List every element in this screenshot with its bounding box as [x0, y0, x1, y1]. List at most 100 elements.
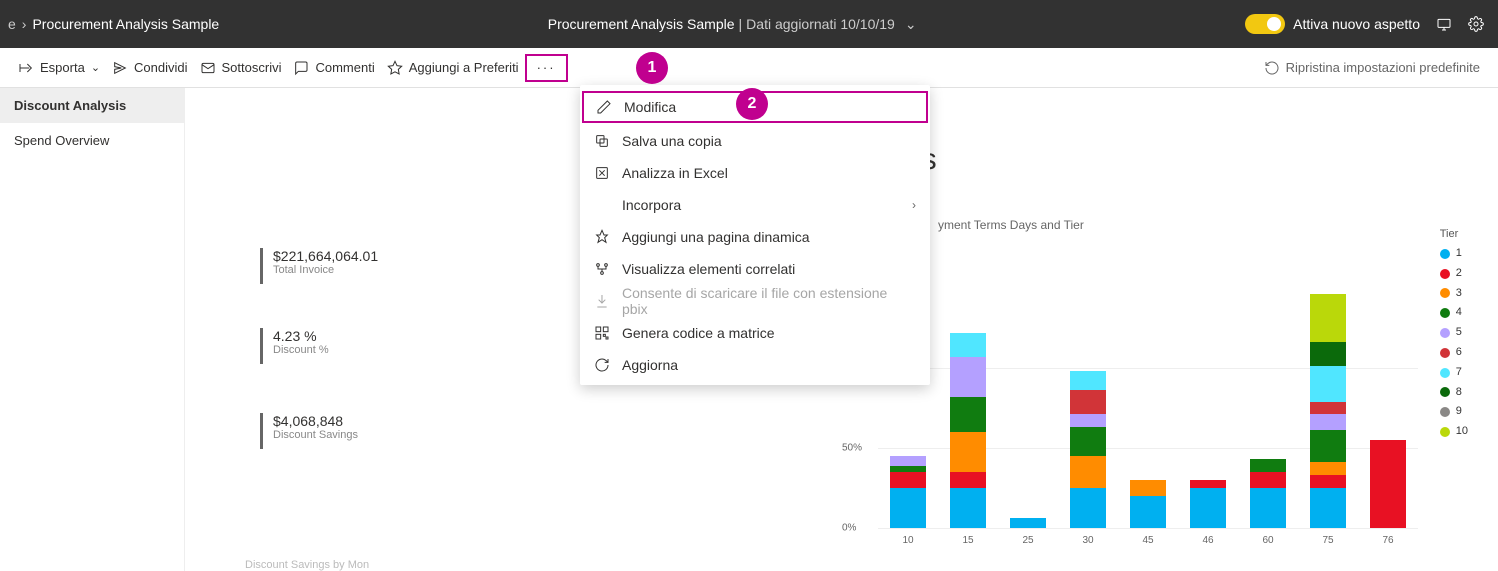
menu-analyze-excel[interactable]: Analizza in Excel [580, 157, 930, 189]
x-axis-tick: 46 [1202, 535, 1213, 546]
excel-icon [594, 165, 610, 181]
bar-segment [1070, 371, 1106, 390]
header-separator: | [739, 16, 743, 32]
legend-label: 4 [1456, 303, 1462, 323]
bar-column[interactable] [1370, 440, 1406, 528]
bar-segment [950, 357, 986, 397]
bar-segment [1130, 480, 1166, 496]
pin-icon [594, 229, 610, 245]
legend-item[interactable]: 3 [1440, 284, 1468, 304]
qr-icon [594, 325, 610, 341]
x-axis-tick: 76 [1382, 535, 1393, 546]
bar-segment [1310, 430, 1346, 462]
bar-column[interactable] [890, 456, 926, 528]
menu-refresh[interactable]: Aggiorna [580, 349, 930, 381]
menu-view-related-label: Visualizza elementi correlati [622, 261, 795, 277]
kpi-invoice-label: Total Invoice [273, 264, 378, 276]
legend-swatch-icon [1440, 427, 1450, 437]
discount-by-terms-chart[interactable]: yment Terms Days and Tier Tier 123456789… [838, 218, 1468, 558]
header-title-group[interactable]: Procurement Analysis Sample | Dati aggio… [219, 16, 1245, 33]
bar-segment [1310, 366, 1346, 401]
menu-refresh-label: Aggiorna [622, 357, 678, 373]
legend-swatch-icon [1440, 387, 1450, 397]
breadcrumb-title[interactable]: Procurement Analysis Sample [32, 16, 219, 32]
bar-column[interactable] [1310, 294, 1346, 528]
bar-column[interactable] [1130, 480, 1166, 528]
legend-swatch-icon [1440, 308, 1450, 318]
legend-item[interactable]: 5 [1440, 323, 1468, 343]
page-tab-discount-analysis[interactable]: Discount Analysis [0, 88, 184, 123]
new-look-toggle[interactable]: Attiva nuovo aspetto [1245, 14, 1420, 34]
toggle-label: Attiva nuovo aspetto [1293, 16, 1420, 32]
x-axis-tick: 75 [1322, 535, 1333, 546]
data-updated-label: Dati aggiornati 10/10/19 [746, 16, 895, 32]
legend-item[interactable]: 7 [1440, 363, 1468, 383]
kpi-discount-savings[interactable]: $4,068,848 Discount Savings [260, 413, 358, 449]
legend-swatch-icon [1440, 368, 1450, 378]
subscribe-button[interactable]: Sottoscrivi [194, 52, 288, 84]
legend-swatch-icon [1440, 288, 1450, 298]
legend-label: 9 [1456, 402, 1462, 422]
x-axis-tick: 30 [1082, 535, 1093, 546]
kpi-total-invoice[interactable]: $221,664,064.01 Total Invoice [260, 248, 378, 284]
bar-column[interactable] [1010, 518, 1046, 528]
chevron-down-icon[interactable]: ⌄ [905, 16, 917, 33]
bar-column[interactable] [1190, 480, 1226, 528]
subscribe-label: Sottoscrivi [222, 60, 282, 75]
menu-edit-label: Modifica [624, 99, 676, 115]
toggle-switch-icon[interactable] [1245, 14, 1285, 34]
legend-label: 8 [1456, 383, 1462, 403]
menu-download-pbix: Consente di scaricare il file con estens… [580, 285, 930, 317]
menu-embed[interactable]: Incorpora › [580, 189, 930, 221]
pencil-icon [596, 99, 612, 115]
comments-button[interactable]: Commenti [287, 52, 380, 84]
app-header: e › Procurement Analysis Sample Procurem… [0, 0, 1498, 48]
kpi-discount-pct[interactable]: 4.23 % Discount % [260, 328, 329, 364]
legend-item[interactable]: 9 [1440, 402, 1468, 422]
legend-item[interactable]: 1 [1440, 244, 1468, 264]
bar-segment [1190, 480, 1226, 488]
legend-item[interactable]: 6 [1440, 343, 1468, 363]
bar-segment [1310, 488, 1346, 528]
menu-download-pbix-label: Consente di scaricare il file con estens… [622, 285, 916, 317]
bar-segment [1250, 472, 1286, 488]
download-icon [594, 293, 610, 309]
bar-column[interactable] [950, 333, 986, 528]
legend-item[interactable]: 8 [1440, 383, 1468, 403]
copy-icon [594, 133, 610, 149]
export-label: Esporta [40, 60, 85, 75]
reset-button[interactable]: Ripristina impostazioni predefinite [1258, 52, 1486, 84]
settings-icon[interactable] [1468, 16, 1484, 32]
legend-swatch-icon [1440, 348, 1450, 358]
chart-footer-label: Discount Savings by Mon [245, 559, 369, 571]
callout-marker-2: 2 [736, 88, 768, 120]
bar-segment [950, 397, 986, 432]
legend-item[interactable]: 4 [1440, 303, 1468, 323]
favorite-button[interactable]: Aggiungi a Preferiti [381, 52, 525, 84]
bar-segment [1070, 390, 1106, 414]
menu-save-copy[interactable]: Salva una copia [580, 125, 930, 157]
legend-label: 2 [1456, 264, 1462, 284]
page-tab-spend-overview[interactable]: Spend Overview [0, 123, 184, 158]
more-options-button[interactable]: ··· [525, 54, 568, 82]
bar-segment [1070, 414, 1106, 427]
y-axis-tick: 50% [842, 443, 862, 454]
presentation-icon[interactable] [1436, 16, 1452, 32]
legend-item[interactable]: 2 [1440, 264, 1468, 284]
bar-column[interactable] [1070, 371, 1106, 528]
comments-label: Commenti [315, 60, 374, 75]
header-title: Procurement Analysis Sample [548, 16, 735, 32]
menu-add-live-page[interactable]: Aggiungi una pagina dinamica [580, 221, 930, 253]
export-button[interactable]: Esporta ⌄ [12, 52, 106, 84]
bar-segment [890, 456, 926, 466]
menu-generate-qr[interactable]: Genera codice a matrice [580, 317, 930, 349]
menu-view-related[interactable]: Visualizza elementi correlati [580, 253, 930, 285]
bar-segment [1250, 459, 1286, 472]
bar-column[interactable] [1250, 459, 1286, 528]
legend-item[interactable]: 10 [1440, 422, 1468, 442]
chart-legend: Tier 12345678910 [1440, 228, 1468, 442]
share-button[interactable]: Condividi [106, 52, 193, 84]
bar-segment [1310, 402, 1346, 415]
legend-swatch-icon [1440, 328, 1450, 338]
x-axis-tick: 15 [962, 535, 973, 546]
